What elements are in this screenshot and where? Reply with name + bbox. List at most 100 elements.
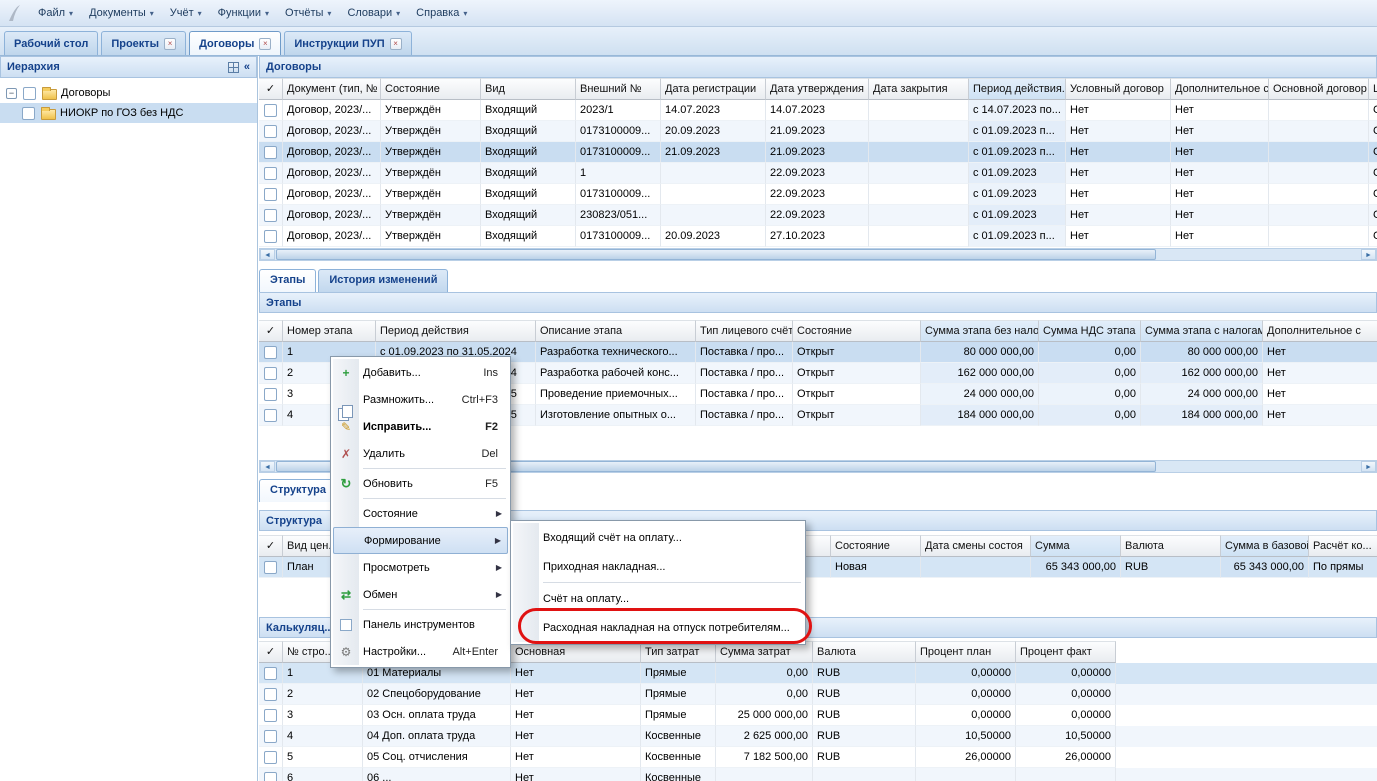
- select-all-header[interactable]: ✓: [259, 78, 283, 100]
- select-all-header[interactable]: ✓: [259, 320, 283, 342]
- column-header[interactable]: Процент факт: [1016, 641, 1116, 663]
- column-header[interactable]: Период действия...: [969, 78, 1066, 100]
- checkbox[interactable]: [264, 561, 277, 574]
- menu-item[interactable]: ⇄Обмен▶: [333, 581, 508, 608]
- column-header[interactable]: Дата утверждения: [766, 78, 869, 100]
- checkbox[interactable]: [264, 167, 277, 180]
- menubar-item[interactable]: Файл▾: [30, 4, 81, 22]
- menu-item[interactable]: ✎Исправить...F2: [333, 413, 508, 440]
- column-header[interactable]: Основной договор: [1269, 78, 1369, 100]
- menu-item[interactable]: Счёт на оплату...: [513, 584, 803, 613]
- column-header[interactable]: Дополнительное с: [1171, 78, 1269, 100]
- menu-item[interactable]: Входящий счёт на оплату...: [513, 523, 803, 552]
- column-header[interactable]: Сумма этапа без налогов: [921, 320, 1039, 342]
- table-row[interactable]: Договор, 2023/...УтверждёнВходящий017310…: [259, 121, 1377, 142]
- column-header[interactable]: Дата регистрации: [661, 78, 766, 100]
- row-select-cell[interactable]: [259, 226, 283, 247]
- column-header[interactable]: Валюта: [813, 641, 916, 663]
- column-header[interactable]: Документ (тип, №: [283, 78, 381, 100]
- main-tab[interactable]: Рабочий стол: [4, 31, 98, 55]
- checkbox[interactable]: [264, 146, 277, 159]
- scroll-right-icon[interactable]: ►: [1361, 461, 1376, 472]
- row-select-cell[interactable]: [259, 142, 283, 163]
- menu-item[interactable]: Просмотреть▶: [333, 554, 508, 581]
- checkbox[interactable]: [264, 667, 277, 680]
- tab-structure[interactable]: Структура: [259, 479, 337, 502]
- scroll-left-icon[interactable]: ◄: [260, 249, 275, 260]
- menubar-item[interactable]: Отчёты▾: [277, 4, 339, 22]
- close-icon[interactable]: ×: [259, 38, 271, 50]
- row-select-cell[interactable]: [259, 363, 283, 384]
- table-row[interactable]: Договор, 2023/...УтверждёнВходящий017310…: [259, 184, 1377, 205]
- table-row[interactable]: Договор, 2023/...УтверждёнВходящий2023/1…: [259, 100, 1377, 121]
- collapse-panel-icon[interactable]: «: [244, 61, 250, 73]
- menubar-item[interactable]: Функции▾: [210, 4, 277, 22]
- column-header[interactable]: Внешний №: [576, 78, 661, 100]
- menu-item[interactable]: ⚙Настройки...Alt+Enter: [333, 638, 508, 665]
- column-header[interactable]: Состояние: [831, 535, 921, 557]
- menu-item[interactable]: Приходная накладная...: [513, 552, 803, 581]
- row-select-cell[interactable]: [259, 342, 283, 363]
- column-header[interactable]: Номер этапа: [283, 320, 376, 342]
- main-tab[interactable]: Инструкции ПУП×: [284, 31, 411, 55]
- table-row[interactable]: Договор, 2023/...УтверждёнВходящий230823…: [259, 205, 1377, 226]
- table-row[interactable]: 303 Осн. оплата трудаНетПрямые25 000 000…: [259, 705, 1377, 726]
- checkbox[interactable]: [264, 367, 277, 380]
- row-select-cell[interactable]: [259, 163, 283, 184]
- checkbox[interactable]: [264, 709, 277, 722]
- row-select-cell[interactable]: [259, 184, 283, 205]
- scroll-right-icon[interactable]: ►: [1361, 249, 1376, 260]
- column-header[interactable]: Дата закрытия: [869, 78, 969, 100]
- column-header[interactable]: Состояние: [793, 320, 921, 342]
- contracts-hscrollbar[interactable]: ◄ ►: [259, 248, 1377, 261]
- column-header[interactable]: Состояние: [381, 78, 481, 100]
- checkbox[interactable]: [264, 730, 277, 743]
- checkbox[interactable]: [264, 104, 277, 117]
- column-header[interactable]: Ц: [1369, 78, 1377, 100]
- column-header[interactable]: Сумма: [1031, 535, 1121, 557]
- row-select-cell[interactable]: [259, 384, 283, 405]
- checkbox[interactable]: [264, 125, 277, 138]
- row-select-cell[interactable]: [259, 205, 283, 226]
- main-tab[interactable]: Договоры×: [189, 31, 281, 55]
- tree-node[interactable]: −Договоры: [0, 83, 257, 103]
- column-header[interactable]: Период действия: [376, 320, 536, 342]
- row-select-cell[interactable]: [259, 726, 283, 747]
- tab-history[interactable]: История изменений: [318, 269, 448, 292]
- checkbox[interactable]: [264, 772, 277, 781]
- tree-node[interactable]: НИОКР по ГОЗ без НДС: [0, 103, 257, 123]
- checkbox[interactable]: [264, 751, 277, 764]
- row-select-cell[interactable]: [259, 663, 283, 684]
- table-row[interactable]: Договор, 2023/...УтверждёнВходящий017310…: [259, 226, 1377, 247]
- menubar-item[interactable]: Словари▾: [339, 4, 408, 22]
- close-icon[interactable]: ×: [390, 38, 402, 50]
- tab-stages[interactable]: Этапы: [259, 269, 316, 292]
- menu-item[interactable]: ↻ОбновитьF5: [333, 470, 508, 497]
- column-header[interactable]: Расчёт ко...: [1309, 535, 1377, 557]
- checkbox[interactable]: [264, 346, 277, 359]
- column-header[interactable]: Процент план: [916, 641, 1016, 663]
- menu-item[interactable]: Формирование▶: [333, 527, 508, 554]
- main-tab[interactable]: Проекты×: [101, 31, 186, 55]
- menu-item[interactable]: +Добавить...Ins: [333, 359, 508, 386]
- tree-expander-icon[interactable]: −: [6, 88, 17, 99]
- column-header[interactable]: Условный договор: [1066, 78, 1171, 100]
- row-select-cell[interactable]: [259, 768, 283, 781]
- menubar-item[interactable]: Справка▾: [408, 4, 475, 22]
- menubar-item[interactable]: Учёт▾: [162, 4, 210, 22]
- checkbox[interactable]: [264, 188, 277, 201]
- select-all-header[interactable]: ✓: [259, 535, 283, 557]
- menu-item[interactable]: Состояние▶: [333, 500, 508, 527]
- checkbox[interactable]: [264, 230, 277, 243]
- column-header[interactable]: Дополнительное с: [1263, 320, 1377, 342]
- table-row[interactable]: 404 Доп. оплата трудаНетКосвенные2 625 0…: [259, 726, 1377, 747]
- column-header[interactable]: Валюта: [1121, 535, 1221, 557]
- checkbox[interactable]: [264, 688, 277, 701]
- menu-item[interactable]: ✗УдалитьDel: [333, 440, 508, 467]
- table-row[interactable]: 505 Соц. отчисленияНетКосвенные7 182 500…: [259, 747, 1377, 768]
- menu-item[interactable]: Размножить...Ctrl+F3: [333, 386, 508, 413]
- column-header[interactable]: Вид: [481, 78, 576, 100]
- table-row[interactable]: 202 СпецоборудованиеНетПрямые0,00RUB0,00…: [259, 684, 1377, 705]
- checkbox[interactable]: [264, 409, 277, 422]
- scrollbar-thumb[interactable]: [276, 249, 1156, 260]
